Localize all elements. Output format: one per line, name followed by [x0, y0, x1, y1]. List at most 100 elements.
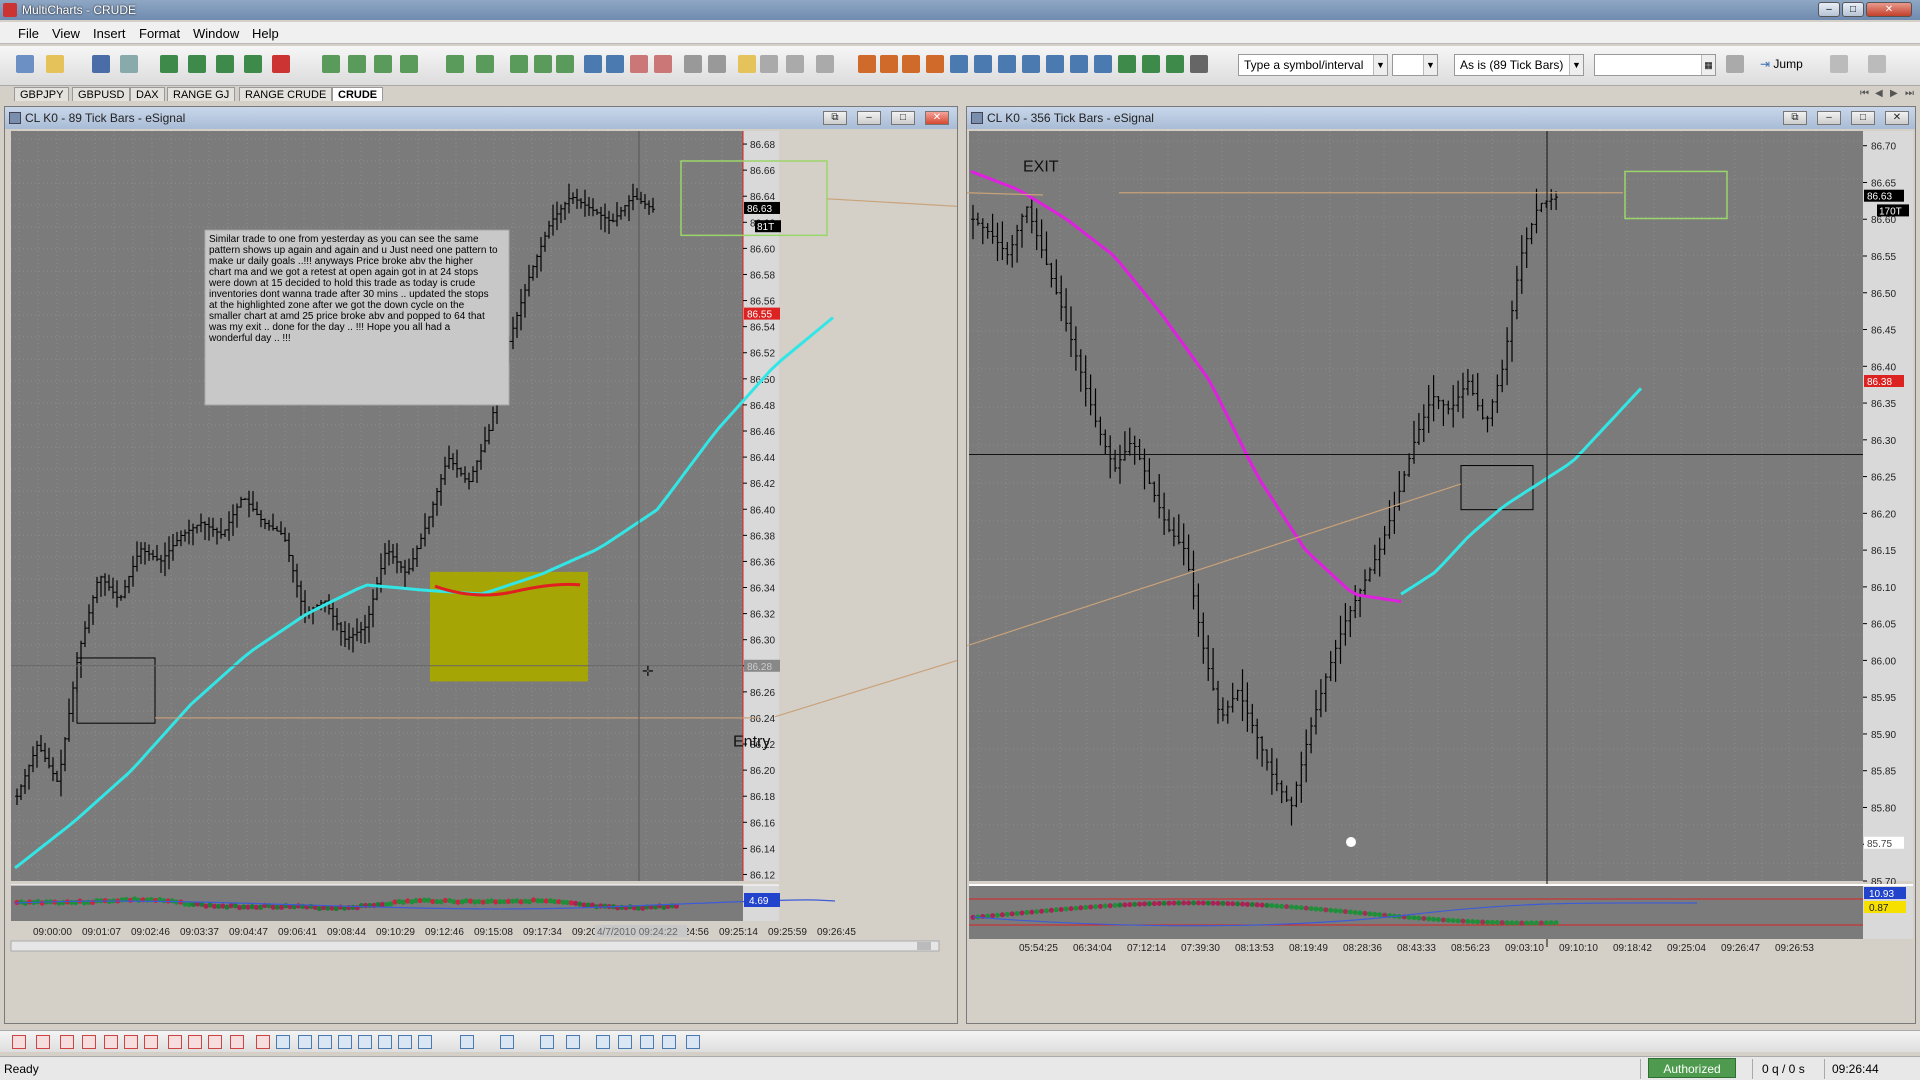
portfolio-icon[interactable]: [244, 55, 262, 73]
menu-window[interactable]: Window: [193, 26, 239, 41]
indicator-icon[interactable]: [322, 55, 340, 73]
tab-nav-first-icon[interactable]: ⏮: [1860, 88, 1869, 99]
chart-window-icon[interactable]: [160, 55, 178, 73]
left-arrow-icon[interactable]: [998, 55, 1016, 73]
marker-icon[interactable]: [418, 1035, 432, 1049]
equalizer-icon[interactable]: [926, 55, 944, 73]
detach-button[interactable]: ⧉: [823, 111, 847, 125]
pencil-icon[interactable]: [378, 1035, 392, 1049]
candlestick-icon[interactable]: [510, 55, 528, 73]
workspace-tab-gbpjpy[interactable]: GBPJPY: [14, 87, 70, 101]
trendline-icon[interactable]: [584, 55, 602, 73]
fib-ext-icon[interactable]: [168, 1035, 182, 1049]
sync-icon[interactable]: [1166, 55, 1184, 73]
close-button[interactable]: ✕: [1866, 2, 1912, 17]
expand-icon[interactable]: [566, 1035, 580, 1049]
symbol-input[interactable]: Type a symbol/interval ▼: [1238, 54, 1388, 76]
cursor-sync-icon[interactable]: [786, 55, 804, 73]
detach-button[interactable]: ⧉: [1783, 111, 1807, 125]
right-chart-canvas[interactable]: 86.7086.6586.6086.5586.5086.4586.4086.35…: [967, 129, 1915, 1023]
new-icon[interactable]: [16, 55, 34, 73]
tab-nav-next-icon[interactable]: ▶: [1890, 88, 1898, 99]
lens-icon[interactable]: [618, 1035, 632, 1049]
data-window-icon[interactable]: [446, 55, 464, 73]
menu-view[interactable]: View: [52, 26, 80, 41]
workspace-tab-crude[interactable]: CRUDE: [332, 87, 384, 101]
settings-icon[interactable]: [1190, 55, 1208, 73]
line-chart-icon[interactable]: [534, 55, 552, 73]
menu-insert[interactable]: Insert: [93, 26, 126, 41]
reload-icon[interactable]: [1142, 55, 1160, 73]
shapes-icon[interactable]: [630, 55, 648, 73]
menu-file[interactable]: File: [18, 26, 39, 41]
ring-icon[interactable]: [540, 1035, 554, 1049]
ellipse-icon[interactable]: [358, 1035, 372, 1049]
workspace-tab-range-crude[interactable]: RANGE CRUDE: [239, 87, 333, 101]
print-icon[interactable]: [120, 55, 138, 73]
vertical-line-icon[interactable]: [60, 1035, 74, 1049]
workspace-tab-range-gj[interactable]: RANGE GJ: [167, 87, 236, 101]
comment-icon[interactable]: [738, 55, 756, 73]
magnifier-icon[interactable]: [640, 1035, 654, 1049]
andrews-icon[interactable]: [208, 1035, 222, 1049]
dom-icon[interactable]: [216, 55, 234, 73]
interval-picker[interactable]: ▼: [1392, 54, 1438, 76]
pointer-icon[interactable]: [684, 55, 702, 73]
fib-icon[interactable]: [606, 55, 624, 73]
right-minimize-button[interactable]: –: [1817, 111, 1841, 125]
zoom-icon[interactable]: [760, 55, 778, 73]
menu-format[interactable]: Format: [139, 26, 180, 41]
drawing-icon[interactable]: [374, 55, 392, 73]
workspace-tab-gbpusd[interactable]: GBPUSD: [72, 87, 131, 101]
tab-nav-last-icon[interactable]: ⏭: [1905, 88, 1914, 99]
forward-icon[interactable]: [1868, 55, 1886, 73]
cycle-icon[interactable]: [230, 1035, 244, 1049]
scanner-icon[interactable]: [188, 55, 206, 73]
crosshair-icon[interactable]: [708, 55, 726, 73]
fib-retrace-icon[interactable]: [144, 1035, 158, 1049]
refresh-icon[interactable]: [1118, 55, 1136, 73]
gann-icon[interactable]: [188, 1035, 202, 1049]
jump-button[interactable]: ⇥ Jump: [1760, 57, 1803, 71]
fib-fan-icon[interactable]: [124, 1035, 138, 1049]
save-icon[interactable]: [92, 55, 110, 73]
left-chart-canvas[interactable]: 86.6886.6686.6486.6286.6086.5886.5686.54…: [5, 129, 957, 1023]
target-icon[interactable]: [662, 1035, 676, 1049]
cursor-icon[interactable]: [686, 1035, 700, 1049]
format-icon[interactable]: [400, 55, 418, 73]
expand-icon[interactable]: [1046, 55, 1064, 73]
workspace-tab-dax[interactable]: DAX: [130, 87, 165, 101]
zoom-icon[interactable]: [596, 1035, 610, 1049]
menu-help[interactable]: Help: [252, 26, 279, 41]
sigma-icon[interactable]: [902, 55, 920, 73]
panel-icon[interactable]: [816, 55, 834, 73]
zoom-in-icon[interactable]: [1070, 55, 1088, 73]
chevron-down-icon[interactable]: ▼: [1423, 55, 1437, 75]
maximize-button[interactable]: □: [1842, 2, 1864, 17]
square-icon[interactable]: [338, 1035, 352, 1049]
right-close-button[interactable]: ✕: [1885, 111, 1909, 125]
chevron-down-icon[interactable]: ▼: [1373, 55, 1387, 75]
lock-icon[interactable]: [500, 1035, 514, 1049]
order-icon[interactable]: [272, 55, 290, 73]
skip-end-icon[interactable]: [1726, 55, 1744, 73]
calendar-icon[interactable]: ▦: [1701, 55, 1715, 75]
left-minimize-button[interactable]: –: [857, 111, 881, 125]
check-icon[interactable]: [556, 55, 574, 73]
back-icon[interactable]: [1830, 55, 1848, 73]
arc-icon[interactable]: [256, 1035, 270, 1049]
date-input[interactable]: ▦: [1594, 54, 1716, 76]
bar-style-icon[interactable]: [476, 55, 494, 73]
arrow-icon[interactable]: [398, 1035, 412, 1049]
left-maximize-button[interactable]: □: [891, 111, 915, 125]
down-arrow-icon[interactable]: [974, 55, 992, 73]
minimize-button[interactable]: –: [1818, 2, 1840, 17]
delete-icon[interactable]: [654, 55, 672, 73]
interval-select[interactable]: As is (89 Tick Bars) ▼: [1454, 54, 1584, 76]
text-icon[interactable]: [318, 1035, 332, 1049]
up-arrow-icon[interactable]: [950, 55, 968, 73]
chevron-down-icon[interactable]: ▼: [1569, 55, 1583, 75]
tab-nav-prev-icon[interactable]: ◀: [1875, 88, 1883, 99]
zoom-out-icon[interactable]: [1094, 55, 1112, 73]
tick-icon[interactable]: [460, 1035, 474, 1049]
